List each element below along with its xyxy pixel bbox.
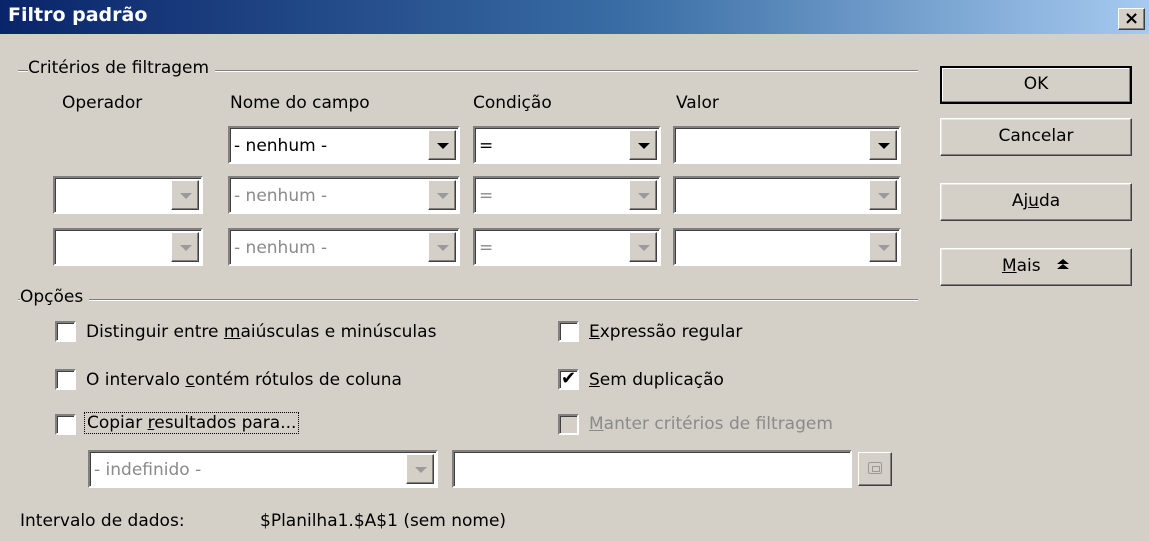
range-has-labels-checkbox[interactable] <box>55 369 76 390</box>
shrink-dialog-button[interactable] <box>858 452 892 486</box>
field-name-value-1: - nenhum - <box>234 136 328 156</box>
value-combo-2[interactable] <box>673 176 901 214</box>
condition-combo-1[interactable]: = <box>473 126 661 164</box>
help-button-accelerator: u <box>1028 191 1039 211</box>
operator-combo-3[interactable] <box>53 228 203 266</box>
cancel-button[interactable]: Cancelar <box>940 118 1132 156</box>
condition-combo-3[interactable]: = <box>473 228 661 266</box>
field-name-value-2: - nenhum - <box>234 186 328 206</box>
regex-checkbox[interactable] <box>558 321 579 342</box>
chevron-down-icon[interactable] <box>629 232 657 262</box>
close-icon: × <box>1123 8 1140 29</box>
copy-target-combo[interactable]: - indefinido - <box>88 450 438 488</box>
keep-criteria-accelerator: M <box>589 414 604 434</box>
keep-criteria-label-post: anter critérios de filtragem <box>603 414 833 434</box>
ok-button[interactable]: OK <box>940 66 1132 104</box>
regex-label-post: xpressão regular <box>599 322 743 342</box>
chevron-down-icon[interactable] <box>629 180 657 210</box>
copy-results-label-pre: Copiar <box>87 413 148 433</box>
value-combo-1[interactable] <box>673 126 901 164</box>
chevron-down-icon[interactable] <box>869 232 897 262</box>
more-button[interactable]: Mais <box>940 248 1132 286</box>
no-duplicates-label[interactable]: Sem duplicação <box>589 370 724 390</box>
data-range-label: Intervalo de dados: <box>20 511 185 531</box>
condition-combo-2[interactable]: = <box>473 176 661 214</box>
criteria-group-label: Critérios de filtragem <box>28 58 216 78</box>
condition-value-2: = <box>479 186 494 206</box>
help-button[interactable]: Ajuda <box>940 183 1132 221</box>
case-sensitive-accelerator: m <box>223 322 241 342</box>
condition-value-1: = <box>479 136 494 156</box>
range-has-labels-label-pre: O intervalo <box>86 370 186 390</box>
field-name-combo-1[interactable]: - nenhum - <box>228 126 460 164</box>
help-button-label-post: da <box>1038 191 1061 211</box>
field-name-combo-3[interactable]: - nenhum - <box>228 228 460 266</box>
chevron-down-icon[interactable] <box>428 232 456 262</box>
options-group-label: Opções <box>20 287 90 307</box>
more-button-accelerator: M <box>1001 256 1017 276</box>
case-sensitive-label-pre: Distinguir entre <box>86 322 224 342</box>
case-sensitive-label[interactable]: Distinguir entre maiúsculas e minúsculas <box>86 322 436 342</box>
no-duplicates-accelerator: S <box>589 370 600 390</box>
copy-results-label-post: esultados para... <box>154 413 297 433</box>
range-has-labels-label[interactable]: O intervalo contém rótulos de coluna <box>86 370 402 390</box>
chevron-down-icon[interactable] <box>171 180 199 210</box>
copy-results-focus: Copiar resultados para... <box>84 412 300 434</box>
no-duplicates-label-post: em duplicação <box>599 370 724 390</box>
chevron-double-up-icon <box>1057 259 1070 269</box>
copy-results-checkbox[interactable] <box>55 414 76 435</box>
keep-criteria-label[interactable]: Manter critérios de filtragem <box>589 414 833 434</box>
operator-header: Operador <box>62 93 143 113</box>
chevron-down-icon[interactable] <box>171 232 199 262</box>
title-bar <box>0 0 1149 34</box>
value-combo-3[interactable] <box>673 228 901 266</box>
close-button[interactable]: × <box>1118 8 1145 30</box>
case-sensitive-label-post: aiúsculas e minúsculas <box>240 322 437 342</box>
condition-value-3: = <box>479 238 494 258</box>
chevron-down-icon[interactable] <box>428 180 456 210</box>
chevron-down-icon[interactable] <box>629 130 657 160</box>
options-group-line <box>18 299 918 301</box>
keep-criteria-checkbox[interactable] <box>558 414 579 435</box>
copy-results-label[interactable]: Copiar resultados para... <box>84 412 300 434</box>
field-name-header: Nome do campo <box>230 93 370 113</box>
shrink-icon <box>868 462 882 474</box>
window-title: Filtro padrão <box>8 4 148 26</box>
operator-combo-2[interactable] <box>53 176 203 214</box>
case-sensitive-checkbox[interactable] <box>55 321 76 342</box>
copy-target-text-field[interactable] <box>452 450 852 488</box>
regex-label[interactable]: Expressão regular <box>589 322 742 342</box>
field-name-value-3: - nenhum - <box>234 238 328 258</box>
condition-header: Condição <box>473 93 552 113</box>
no-duplicates-checkbox[interactable]: ✔ <box>558 368 579 390</box>
chevron-down-icon[interactable] <box>406 454 434 484</box>
chevron-down-icon[interactable] <box>428 130 456 160</box>
range-has-labels-accelerator: c <box>185 370 195 390</box>
check-icon: ✔ <box>561 368 577 389</box>
more-button-label-post: ais <box>1016 256 1041 276</box>
help-button-label-pre: Aj <box>1011 191 1029 211</box>
regex-accelerator: E <box>589 322 600 342</box>
field-name-combo-2[interactable]: - nenhum - <box>228 176 460 214</box>
data-range-value: $Planilha1.$A$1 (sem nome) <box>260 511 507 531</box>
copy-target-combo-value: - indefinido - <box>94 460 202 480</box>
value-header: Valor <box>676 93 719 113</box>
chevron-down-icon[interactable] <box>869 130 897 160</box>
range-has-labels-label-post: ontém rótulos de coluna <box>194 370 402 390</box>
chevron-down-icon[interactable] <box>869 180 897 210</box>
